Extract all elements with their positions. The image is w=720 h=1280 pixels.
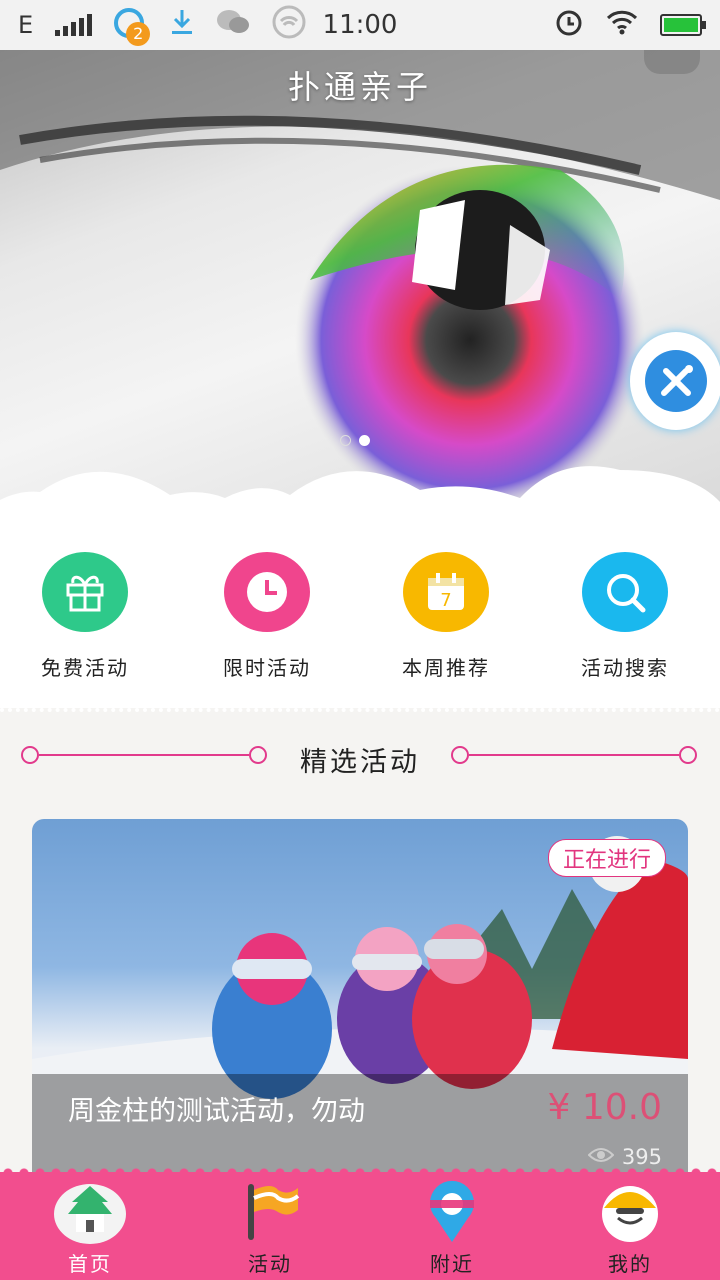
menu-label: 限时活动 [223, 656, 311, 680]
view-count: 395 [587, 1145, 662, 1169]
featured-section: 精选活动 正在进行 周金柱的测试活动，勿动 ¥ 10.0 395 [0, 708, 720, 1189]
tabbar-scallop [0, 1168, 720, 1178]
menu-label: 本周推荐 [402, 656, 490, 680]
notification-count: 2 [126, 22, 151, 46]
status-right [554, 7, 706, 43]
activity-price: ¥ 10.0 [547, 1087, 662, 1128]
section-title: 精选活动 [300, 747, 420, 778]
menu-item-search[interactable]: 活动搜索 [535, 552, 715, 681]
tab-label: 附近 [430, 1252, 474, 1276]
signal-icon [55, 14, 93, 36]
activity-title: 周金柱的测试活动，勿动 [68, 1096, 365, 1127]
network-type: E [18, 11, 34, 39]
decoration-line [39, 754, 249, 756]
view-count-value: 395 [621, 1145, 662, 1169]
wechat-icon [216, 8, 250, 42]
calendar-icon: 7 [403, 552, 489, 632]
menu-item-weekly[interactable]: 7 本周推荐 [356, 552, 536, 681]
eye-icon [587, 1145, 615, 1169]
cloud-divider [0, 466, 720, 540]
bottom-tab-bar: 首页 活动 附近 我的 [0, 1168, 720, 1280]
alarm-icon [554, 7, 584, 43]
menu-label: 免费活动 [41, 656, 129, 680]
menu-item-limited[interactable]: 限时活动 [177, 552, 357, 681]
app-title: 扑通亲子 [287, 68, 432, 106]
location-icon [414, 1180, 490, 1244]
search-icon [582, 552, 668, 632]
decoration-dot [21, 746, 39, 764]
carousel-indicator [340, 435, 370, 446]
tools-icon [645, 350, 707, 412]
gift-icon [42, 552, 128, 632]
tab-label: 活动 [248, 1252, 292, 1276]
status-bar: E 2 11:00 [0, 0, 720, 50]
tab-label: 我的 [608, 1252, 652, 1276]
clock-time: 11:00 [322, 10, 398, 40]
carousel-dot-active[interactable] [359, 435, 370, 446]
section-header: 精选活动 [0, 734, 720, 784]
tab-profile[interactable]: 我的 [540, 1180, 720, 1277]
notification-icon: 2 [114, 8, 151, 46]
decoration-dot [679, 746, 697, 764]
tab-label: 首页 [68, 1252, 112, 1276]
svg-text:7: 7 [440, 590, 451, 611]
download-icon [170, 8, 194, 42]
menu-label: 活动搜索 [581, 656, 669, 680]
profile-icon [592, 1180, 668, 1244]
menu-item-free[interactable]: 免费活动 [0, 552, 175, 681]
activity-card[interactable]: 正在进行 周金柱的测试活动，勿动 ¥ 10.0 395 [32, 819, 688, 1189]
tab-activities[interactable]: 活动 [180, 1180, 360, 1277]
carousel-dot[interactable] [340, 435, 351, 446]
wifi-icon [606, 9, 638, 41]
status-left: E 2 [18, 5, 306, 46]
tab-nearby[interactable]: 附近 [362, 1180, 542, 1277]
battery-icon [660, 14, 706, 36]
tab-home[interactable]: 首页 [0, 1180, 180, 1277]
clock-icon [224, 552, 310, 632]
status-badge: 正在进行 [547, 839, 666, 877]
home-icon [52, 1180, 128, 1244]
decoration-dot [451, 746, 469, 764]
flag-icon [232, 1180, 308, 1244]
decoration-line [469, 754, 679, 756]
floating-action-button[interactable] [630, 332, 720, 430]
category-menu: 免费活动 限时活动 7 本周推荐 活动搜索 [0, 530, 720, 700]
hotspot-icon [272, 5, 306, 45]
